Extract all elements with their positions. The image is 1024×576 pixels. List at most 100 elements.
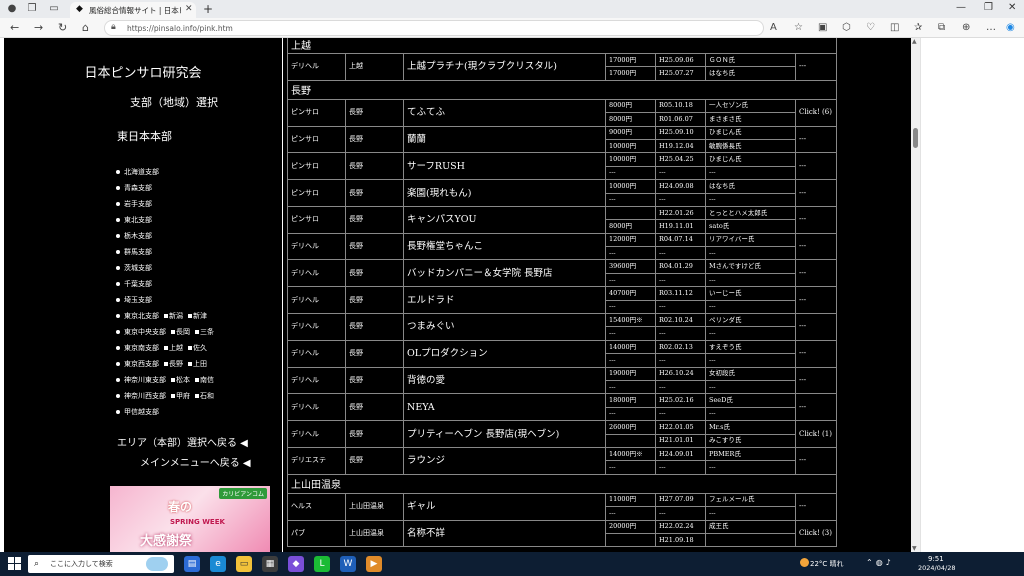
split-screen-icon[interactable]: ◫ xyxy=(890,21,899,35)
home-icon[interactable]: ⌂ xyxy=(82,21,89,35)
click-link[interactable]: Click! (3) xyxy=(794,519,838,548)
sub-area-link[interactable]: 長岡 xyxy=(176,328,190,336)
performance-icon[interactable]: ♡ xyxy=(866,21,875,35)
click-link[interactable]: Click! (1) xyxy=(794,420,838,448)
report-date[interactable]: --- xyxy=(655,506,706,521)
report-date[interactable]: H26.10.24 xyxy=(655,366,706,381)
report-date[interactable]: --- xyxy=(655,272,706,288)
report-date[interactable]: H22.01.26 xyxy=(655,205,706,221)
shop-name[interactable]: OLプロダクション xyxy=(403,339,606,368)
shop-name[interactable]: NEYA xyxy=(403,393,606,422)
click-link[interactable]: --- xyxy=(794,339,838,368)
branch-link[interactable]: 埼玉支部 xyxy=(124,296,152,304)
sub-area-link[interactable]: 新津 xyxy=(193,312,207,320)
shop-name[interactable]: 蘭蘭 xyxy=(403,125,606,154)
click-link[interactable]: --- xyxy=(794,125,838,154)
screenshot-icon[interactable]: ▣ xyxy=(818,21,827,35)
branch-link[interactable]: 東京西支部 xyxy=(124,360,159,368)
scroll-down-icon[interactable]: ▼ xyxy=(912,545,917,552)
app-icon[interactable]: ◆ xyxy=(288,556,304,572)
report-date[interactable]: H21.01.01 xyxy=(655,433,706,448)
shop-name[interactable]: てふてふ xyxy=(403,98,606,127)
close-tab-icon[interactable]: ✕ xyxy=(185,4,193,14)
shop-name[interactable]: プリティーヘブン 長野店(現ヘブン) xyxy=(403,420,606,448)
sub-area-link[interactable]: 甲府 xyxy=(176,392,190,400)
report-date[interactable]: H21.09.18 xyxy=(655,532,706,548)
report-date[interactable]: H27.07.09 xyxy=(655,492,706,508)
branch-link[interactable]: 東京北支部 xyxy=(124,312,159,320)
shop-name[interactable]: ラウンジ xyxy=(403,446,606,475)
report-date[interactable]: H25.04.25 xyxy=(655,152,706,167)
branch-link[interactable]: 群馬支部 xyxy=(124,248,152,256)
edge-browser-icon[interactable]: e xyxy=(210,556,226,572)
report-date[interactable]: --- xyxy=(655,299,706,315)
shop-name[interactable]: ギャル xyxy=(403,492,606,521)
tab-actions-icon[interactable]: ▭ xyxy=(48,3,60,15)
branch-link[interactable]: 東北支部 xyxy=(124,216,152,224)
copilot-icon[interactable]: ◉ xyxy=(1006,21,1015,35)
back-to-menu-link[interactable]: メインメニューへ戻る ◀ xyxy=(140,454,251,469)
sub-area-link[interactable]: 佐久 xyxy=(193,344,207,352)
new-tab-button[interactable]: + xyxy=(203,2,213,16)
report-date[interactable]: R05.10.18 xyxy=(655,98,706,114)
sub-area-link[interactable]: 三条 xyxy=(200,328,214,336)
media-app-icon[interactable]: ▶ xyxy=(366,556,382,572)
sub-area-link[interactable]: 長野 xyxy=(169,360,183,368)
shop-name[interactable]: 楽園(現れもん) xyxy=(403,179,606,207)
click-link[interactable]: --- xyxy=(794,232,838,261)
page-scrollbar[interactable]: ▲ ▼ xyxy=(911,38,920,552)
browser-essentials-icon[interactable]: ⊕ xyxy=(962,21,970,35)
word-app-icon[interactable]: W xyxy=(340,556,356,572)
browser-tab[interactable]: ◆ 風俗総合情報サイト | 日本ピンサロ ✕ xyxy=(70,2,196,18)
report-date[interactable]: --- xyxy=(655,379,706,395)
click-link[interactable]: Click! (6) xyxy=(794,98,838,127)
sub-area-link[interactable]: 上越 xyxy=(169,344,183,352)
click-link[interactable]: --- xyxy=(794,313,838,341)
shop-name[interactable]: つまみぐい xyxy=(403,313,606,341)
report-date[interactable]: R04.01.29 xyxy=(655,259,706,274)
sub-area-link[interactable]: 上田 xyxy=(193,360,207,368)
address-bar-url[interactable]: https://pinsalo.info/pink.htm xyxy=(127,23,233,34)
settings-menu-icon[interactable]: … xyxy=(986,21,996,35)
shop-name[interactable]: 背徳の愛 xyxy=(403,366,606,395)
branch-link[interactable]: 茨城支部 xyxy=(124,264,152,272)
report-date[interactable]: H24.09.01 xyxy=(655,446,706,462)
window-close-icon[interactable]: ✕ xyxy=(1008,1,1016,15)
report-date[interactable]: H22.02.24 xyxy=(655,519,706,534)
collections-icon[interactable]: ⧉ xyxy=(938,21,945,35)
read-aloud-icon[interactable]: A xyxy=(770,21,777,35)
branch-link[interactable]: 神奈川東支部 xyxy=(124,376,166,384)
tray-status-icons[interactable]: ⌃◍♪ xyxy=(866,558,894,567)
click-link[interactable]: --- xyxy=(794,393,838,422)
scroll-up-icon[interactable]: ▲ xyxy=(912,38,917,45)
report-date[interactable]: --- xyxy=(655,192,706,207)
click-link[interactable]: --- xyxy=(794,446,838,475)
taskbar-search-box[interactable]: ⌕ ここに入力して検索 xyxy=(28,555,174,573)
windows-start-icon[interactable] xyxy=(8,557,22,571)
weather-sun-icon[interactable] xyxy=(800,558,809,567)
shop-name[interactable]: エルドラド xyxy=(403,286,606,315)
scrollbar-thumb[interactable] xyxy=(913,128,918,148)
task-view-icon[interactable]: ▤ xyxy=(184,556,200,572)
back-to-area-link[interactable]: エリア（本部）選択へ戻る ◀ xyxy=(117,434,248,449)
favorite-star-icon[interactable]: ☆ xyxy=(794,21,803,35)
file-explorer-icon[interactable]: ▭ xyxy=(236,556,252,572)
report-date[interactable]: --- xyxy=(655,246,706,261)
shop-name[interactable]: サーフRUSH xyxy=(403,152,606,181)
click-link[interactable]: --- xyxy=(794,205,838,234)
branch-link[interactable]: 岩手支部 xyxy=(124,200,152,208)
branch-link[interactable]: 青森支部 xyxy=(124,184,152,192)
click-link[interactable]: --- xyxy=(794,53,838,81)
report-date[interactable]: H22.01.05 xyxy=(655,420,706,435)
report-date[interactable]: H25.02.16 xyxy=(655,393,706,408)
click-link[interactable]: --- xyxy=(794,366,838,395)
address-bar[interactable]: 🔒︎ https://pinsalo.info/pink.htm xyxy=(104,20,764,36)
branch-link[interactable]: 東京中央支部 xyxy=(124,328,166,336)
report-date[interactable]: H25.07.27 xyxy=(655,66,706,81)
clock-time[interactable]: 9:51 xyxy=(928,555,944,564)
branch-link[interactable]: 甲信越支部 xyxy=(124,408,159,416)
click-link[interactable]: --- xyxy=(794,152,838,181)
lock-icon[interactable]: 🔒︎ xyxy=(111,22,116,32)
weather-text[interactable]: 22°C 晴れ xyxy=(810,559,844,569)
reload-icon[interactable]: ↻ xyxy=(58,21,67,35)
